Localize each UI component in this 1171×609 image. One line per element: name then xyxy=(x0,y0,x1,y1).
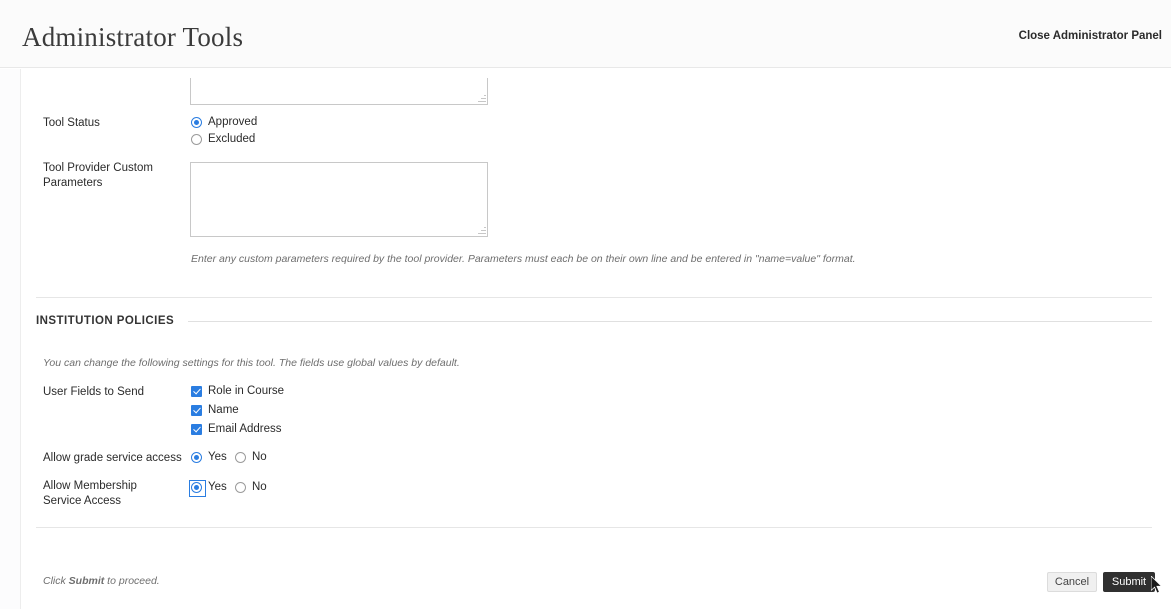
grade-service-option-yes-label: Yes xyxy=(208,451,227,463)
allow-grade-service-access-label: Allow grade service access xyxy=(43,452,182,464)
grade-service-option-no-label: No xyxy=(252,451,267,463)
section-divider-top xyxy=(36,297,1152,298)
admin-tools-form-panel: Tool Status Approved Excluded Tool Provi… xyxy=(20,69,1171,609)
checkbox-name[interactable]: Name xyxy=(191,404,239,416)
radio-yes-icon xyxy=(189,479,206,497)
checkbox-role-in-course-label: Role in Course xyxy=(208,385,285,397)
radio-yes-icon xyxy=(191,451,202,463)
submit-instruction-bold: Submit xyxy=(68,575,105,587)
footer-divider xyxy=(36,527,1152,528)
checkbox-checked-icon xyxy=(191,423,202,435)
tool-status-option-approved[interactable]: Approved xyxy=(191,116,257,128)
institution-policies-intro: You can change the following settings fo… xyxy=(43,357,460,369)
submit-instruction-prefix: Click xyxy=(43,575,69,587)
checkbox-checked-icon xyxy=(191,404,202,416)
radio-excluded-icon xyxy=(191,133,202,145)
institution-policies-section-header: INSTITUTION POLICIES xyxy=(36,315,1152,327)
admin-header-bar: Administrator Tools Close Administrator … xyxy=(0,0,1171,68)
membership-service-option-yes-label: Yes xyxy=(208,481,227,493)
tool-status-option-excluded-label: Excluded xyxy=(208,133,256,145)
submit-button[interactable]: Submit xyxy=(1103,572,1155,592)
grade-service-option-yes[interactable]: Yes xyxy=(191,451,227,463)
page-gutter xyxy=(0,69,20,609)
tool-status-label: Tool Status xyxy=(43,117,100,129)
submit-instruction: Click Submit to proceed. xyxy=(43,574,160,588)
checkbox-role-in-course[interactable]: Role in Course xyxy=(191,385,284,397)
allow-membership-service-access-label: Allow Membership Service Access xyxy=(43,480,137,507)
membership-service-option-no-label: No xyxy=(252,481,267,493)
focus-ring xyxy=(189,479,206,497)
grade-service-option-no[interactable]: No xyxy=(235,451,267,463)
user-fields-to-send-label: User Fields to Send xyxy=(43,386,144,398)
section-header-rule xyxy=(188,320,1152,322)
checkbox-email-address-label: Email Address xyxy=(208,423,282,435)
page-title: Administrator Tools xyxy=(22,22,244,52)
top-textarea-wrapper xyxy=(190,78,488,105)
radio-no-icon xyxy=(235,481,246,493)
checkbox-checked-icon xyxy=(191,385,202,397)
top-textarea[interactable] xyxy=(190,78,488,105)
tool-status-option-approved-label: Approved xyxy=(208,116,258,128)
custom-parameters-textarea[interactable] xyxy=(190,162,488,237)
membership-service-option-yes[interactable]: Yes xyxy=(189,479,227,497)
close-administrator-panel-link[interactable]: Close Administrator Panel xyxy=(1019,30,1162,42)
cancel-button[interactable]: Cancel xyxy=(1047,572,1097,592)
membership-service-option-no[interactable]: No xyxy=(235,481,267,493)
checkbox-name-label: Name xyxy=(208,404,239,416)
radio-approved-icon xyxy=(191,116,202,128)
custom-parameters-help-text: Enter any custom parameters required by … xyxy=(191,253,856,265)
tool-status-option-excluded[interactable]: Excluded xyxy=(191,133,255,145)
custom-parameters-textarea-wrapper xyxy=(190,162,488,237)
radio-no-icon xyxy=(235,451,246,463)
checkbox-email-address[interactable]: Email Address xyxy=(191,423,282,435)
institution-policies-title: INSTITUTION POLICIES xyxy=(36,315,175,327)
custom-parameters-label: Tool Provider Custom Parameters xyxy=(43,162,153,189)
submit-instruction-suffix: to proceed. xyxy=(104,575,160,587)
